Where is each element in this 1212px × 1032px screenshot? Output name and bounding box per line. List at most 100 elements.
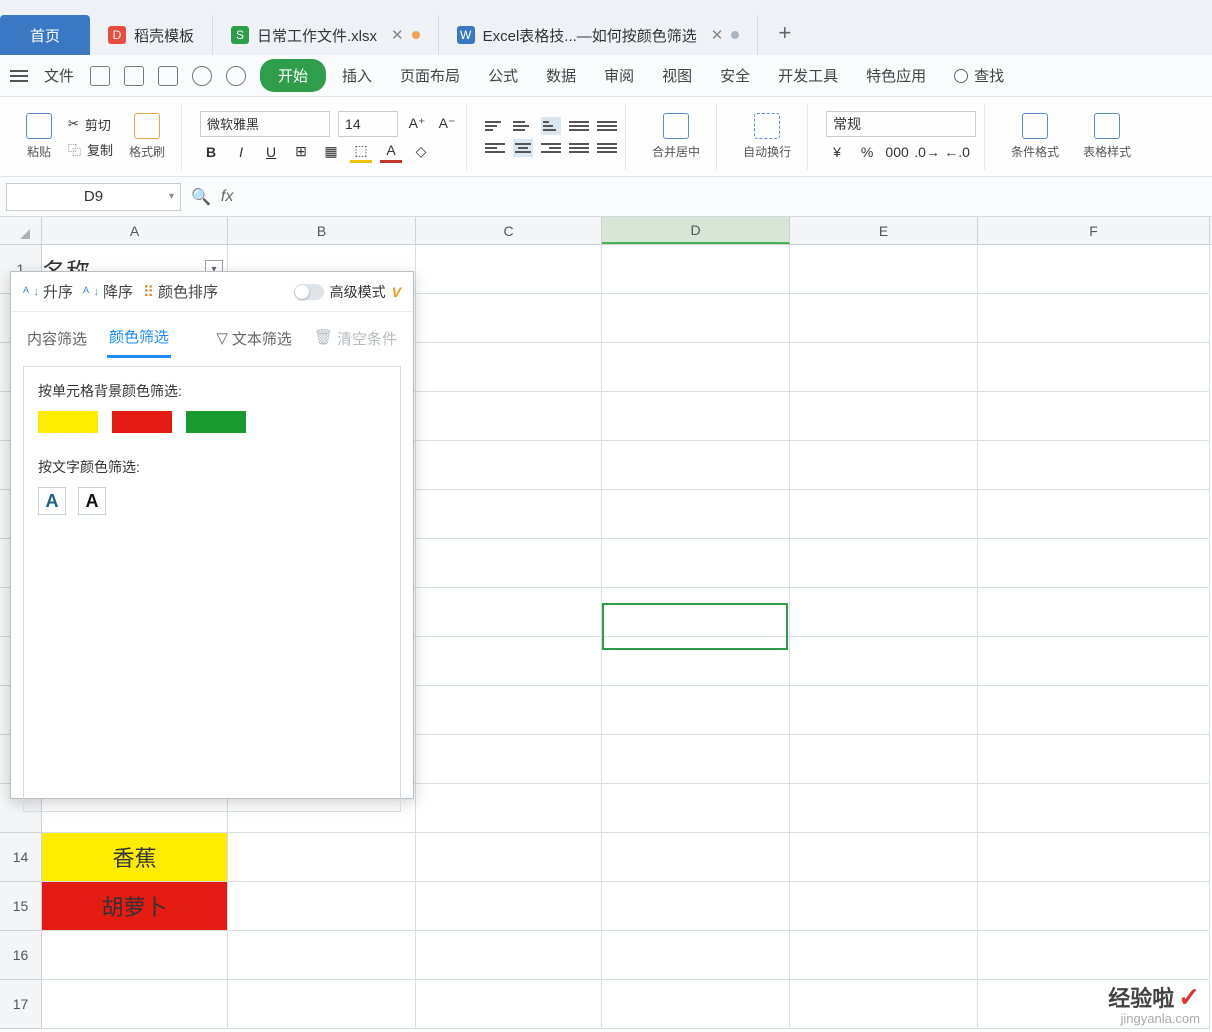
menu-insert[interactable]: 插入 bbox=[330, 59, 384, 92]
cell[interactable] bbox=[790, 441, 978, 490]
menu-security[interactable]: 安全 bbox=[708, 59, 762, 92]
new-tab-button[interactable]: + bbox=[758, 20, 811, 46]
cell[interactable] bbox=[416, 931, 602, 980]
name-box[interactable]: D9 bbox=[6, 183, 181, 211]
menu-view[interactable]: 视图 bbox=[650, 59, 704, 92]
cell[interactable] bbox=[42, 980, 228, 1029]
cell[interactable] bbox=[790, 882, 978, 931]
home-tab[interactable]: 首页 bbox=[0, 15, 90, 55]
row-header[interactable]: 14 bbox=[0, 833, 42, 882]
cell[interactable] bbox=[978, 882, 1210, 931]
sort-desc-button[interactable]: 降序 bbox=[83, 281, 133, 302]
font-color-black[interactable]: A bbox=[78, 487, 106, 515]
cell[interactable] bbox=[602, 245, 790, 294]
cell[interactable] bbox=[416, 784, 602, 833]
menu-start[interactable]: 开始 bbox=[260, 59, 326, 92]
sort-asc-button[interactable]: 升序 bbox=[23, 281, 73, 302]
cell[interactable] bbox=[602, 931, 790, 980]
col-header-D[interactable]: D bbox=[602, 217, 790, 244]
cell[interactable] bbox=[416, 980, 602, 1029]
cell[interactable] bbox=[602, 392, 790, 441]
cell[interactable] bbox=[602, 490, 790, 539]
wrap-button[interactable]: 自动换行 bbox=[735, 109, 799, 164]
cell[interactable] bbox=[42, 931, 228, 980]
cell[interactable] bbox=[790, 343, 978, 392]
bold-button[interactable]: B bbox=[200, 141, 222, 163]
swatch-green[interactable] bbox=[186, 411, 246, 433]
border-button[interactable]: ⊞ bbox=[290, 141, 312, 163]
tab-content-filter[interactable]: 内容筛选 bbox=[25, 322, 89, 357]
align-left-icon[interactable] bbox=[485, 139, 505, 157]
increase-font-icon[interactable]: A⁺ bbox=[406, 113, 428, 135]
cell[interactable] bbox=[978, 735, 1210, 784]
cell[interactable] bbox=[978, 392, 1210, 441]
save-icon[interactable] bbox=[90, 66, 110, 86]
cell[interactable] bbox=[416, 343, 602, 392]
menu-special[interactable]: 特色应用 bbox=[854, 59, 938, 92]
cell[interactable] bbox=[978, 539, 1210, 588]
cell[interactable] bbox=[416, 833, 602, 882]
cell[interactable] bbox=[790, 784, 978, 833]
font-name-select[interactable]: 微软雅黑 bbox=[200, 111, 330, 137]
indent-decrease-icon[interactable] bbox=[569, 117, 589, 135]
format-painter-button[interactable]: 格式刷 bbox=[121, 109, 173, 164]
tab-color-filter[interactable]: 颜色筛选 bbox=[107, 320, 171, 358]
zoom-icon[interactable]: 🔍 bbox=[191, 187, 211, 207]
templates-tab[interactable]: D 稻壳模板 bbox=[90, 15, 213, 55]
cell[interactable] bbox=[416, 882, 602, 931]
row-header[interactable]: 17 bbox=[0, 980, 42, 1029]
cell[interactable] bbox=[602, 294, 790, 343]
print-icon[interactable] bbox=[124, 66, 144, 86]
currency-icon[interactable]: ¥ bbox=[826, 141, 848, 163]
cell[interactable] bbox=[416, 539, 602, 588]
swatch-red[interactable] bbox=[112, 411, 172, 433]
cell[interactable] bbox=[790, 735, 978, 784]
doc-tab[interactable]: W Excel表格技...—如何按颜色筛选 ✕ bbox=[439, 15, 759, 55]
cell[interactable] bbox=[602, 980, 790, 1029]
cell[interactable] bbox=[602, 882, 790, 931]
cell[interactable] bbox=[790, 490, 978, 539]
copy-button[interactable]: ⿻复制 bbox=[68, 140, 113, 159]
menu-review[interactable]: 审阅 bbox=[592, 59, 646, 92]
underline-button[interactable]: U bbox=[260, 141, 282, 163]
menu-layout[interactable]: 页面布局 bbox=[388, 59, 472, 92]
fill-color-button[interactable]: ⬚ bbox=[350, 141, 372, 163]
cell[interactable] bbox=[416, 735, 602, 784]
cell[interactable] bbox=[790, 980, 978, 1029]
tab-clear-filter[interactable]: 🗑清空条件 bbox=[312, 322, 399, 357]
cell[interactable] bbox=[602, 343, 790, 392]
align-bottom-icon[interactable] bbox=[541, 117, 561, 135]
font-size-select[interactable]: 14 bbox=[338, 111, 398, 137]
col-header-B[interactable]: B bbox=[228, 217, 416, 244]
cell[interactable] bbox=[978, 686, 1210, 735]
cell[interactable] bbox=[416, 441, 602, 490]
advanced-mode-toggle[interactable]: 高级模式 V bbox=[294, 282, 401, 302]
merge-button[interactable]: 合并居中 bbox=[644, 109, 708, 164]
tab-close-icon[interactable]: ✕ bbox=[391, 26, 404, 44]
cell[interactable] bbox=[602, 441, 790, 490]
cell[interactable] bbox=[790, 539, 978, 588]
cell[interactable] bbox=[978, 294, 1210, 343]
col-header-F[interactable]: F bbox=[978, 217, 1210, 244]
number-format-select[interactable]: 常规 bbox=[826, 111, 976, 137]
eraser-icon[interactable]: ◇ bbox=[410, 141, 432, 163]
cell[interactable] bbox=[790, 637, 978, 686]
row-header[interactable]: 15 bbox=[0, 882, 42, 931]
justify-icon[interactable] bbox=[569, 139, 589, 157]
select-all-corner[interactable] bbox=[0, 217, 42, 244]
align-center-icon[interactable] bbox=[513, 139, 533, 157]
cell[interactable] bbox=[228, 833, 416, 882]
cell[interactable] bbox=[978, 441, 1210, 490]
distribute-icon[interactable] bbox=[597, 139, 617, 157]
cell[interactable] bbox=[978, 245, 1210, 294]
cell-A14[interactable]: 香蕉 bbox=[42, 833, 228, 882]
cell[interactable] bbox=[978, 637, 1210, 686]
paste-button[interactable]: 粘贴 bbox=[18, 109, 60, 164]
cell[interactable] bbox=[978, 833, 1210, 882]
increase-decimal-icon[interactable]: .0→ bbox=[916, 141, 938, 163]
cell[interactable] bbox=[790, 245, 978, 294]
cell[interactable] bbox=[602, 637, 790, 686]
cell[interactable] bbox=[602, 735, 790, 784]
cell[interactable] bbox=[790, 294, 978, 343]
cell[interactable] bbox=[978, 343, 1210, 392]
